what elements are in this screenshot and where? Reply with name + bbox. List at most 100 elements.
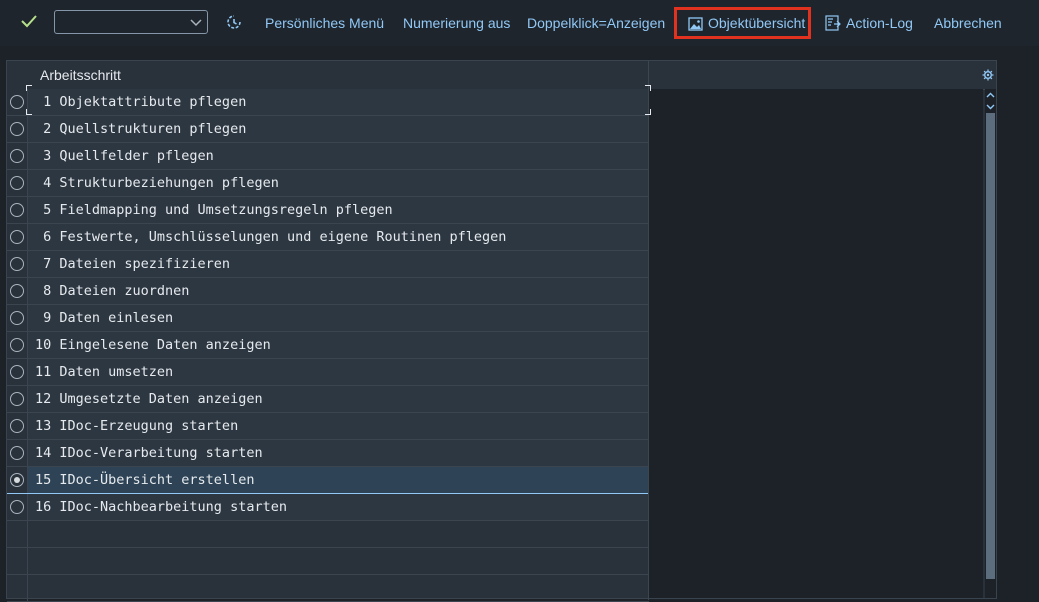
row-selector[interactable]: [7, 359, 28, 385]
work-step-text: 14 IDoc-Verarbeitung starten: [35, 445, 263, 461]
row-selector[interactable]: [7, 116, 28, 142]
radio-button[interactable]: [10, 446, 24, 460]
object-overview-highlight: [674, 7, 811, 39]
right-gutter: [997, 60, 1039, 599]
row-selector[interactable]: [7, 89, 28, 115]
cancel-button[interactable]: Abbrechen: [934, 14, 1002, 32]
row-selector[interactable]: [7, 332, 28, 358]
row-selector[interactable]: [7, 413, 28, 439]
table-row[interactable]: 13 IDoc-Erzeugung starten: [7, 413, 649, 440]
row-selector[interactable]: [7, 278, 28, 304]
numbering-off-button[interactable]: Numerierung aus: [403, 14, 510, 32]
row-selector[interactable]: [7, 494, 28, 520]
work-step-text: 1 Objektattribute pflegen: [35, 94, 247, 110]
focus-corner: [26, 109, 32, 115]
focus-corner: [26, 85, 32, 91]
table-row[interactable]: 2 Quellstrukturen pflegen: [7, 116, 649, 143]
table-row[interactable]: 4 Strukturbeziehungen pflegen: [7, 170, 649, 197]
work-step-text: 2 Quellstrukturen pflegen: [35, 121, 247, 137]
radio-button[interactable]: [10, 392, 24, 406]
radio-button[interactable]: [10, 284, 24, 298]
table-row[interactable]: 8 Dateien zuordnen: [7, 278, 649, 305]
row-selector[interactable]: [7, 197, 28, 223]
command-field-select[interactable]: [54, 10, 208, 34]
scroll-down-icon[interactable]: [985, 100, 996, 111]
cancel-label: Abbrechen: [934, 15, 1002, 31]
row-selector[interactable]: [7, 440, 28, 466]
row-selector[interactable]: [7, 251, 28, 277]
radio-button[interactable]: [10, 149, 24, 163]
radio-button[interactable]: [10, 473, 24, 487]
row-selector[interactable]: [7, 305, 28, 331]
empty-row: [7, 575, 649, 602]
vertical-scrollbar[interactable]: [985, 89, 996, 598]
radio-button[interactable]: [10, 500, 24, 514]
table-row[interactable]: 3 Quellfelder pflegen: [7, 143, 649, 170]
table-row[interactable]: 15 IDoc-Übersicht erstellen: [7, 467, 649, 494]
table-row[interactable]: 9 Daten einlesen: [7, 305, 649, 332]
work-step-text: 11 Daten umsetzen: [35, 364, 174, 380]
personal-menu-label: Persönliches Menü: [265, 15, 385, 31]
work-step-text: 12 Umgesetzte Daten anzeigen: [35, 391, 263, 407]
work-step-text: 4 Strukturbeziehungen pflegen: [35, 175, 279, 191]
row-selector[interactable]: [7, 170, 28, 196]
work-step-text: 10 Eingelesene Daten anzeigen: [35, 337, 271, 353]
table-body: 1 Objektattribute pflegen 2 Quellstruktu…: [7, 89, 649, 602]
table-row[interactable]: 16 IDoc-Nachbearbeitung starten: [7, 494, 649, 521]
history-icon[interactable]: [224, 12, 246, 34]
radio-button[interactable]: [10, 419, 24, 433]
table-row[interactable]: 10 Eingelesene Daten anzeigen: [7, 332, 649, 359]
radio-button[interactable]: [10, 365, 24, 379]
table-row[interactable]: 5 Fieldmapping und Umsetzungsregeln pfle…: [7, 197, 649, 224]
double-click-display-label: Doppelklick=Anzeigen: [527, 15, 666, 31]
scrollbar-thumb[interactable]: [986, 113, 995, 579]
table-row[interactable]: 6 Festwerte, Umschlüsselungen und eigene…: [7, 224, 649, 251]
table-empty-area: [649, 89, 983, 598]
personal-menu-button[interactable]: Persönliches Menü: [265, 14, 384, 32]
work-step-text: 16 IDoc-Nachbearbeitung starten: [35, 499, 287, 515]
work-step-text: 5 Fieldmapping und Umsetzungsregeln pfle…: [35, 202, 393, 218]
double-click-display-button[interactable]: Doppelklick=Anzeigen: [527, 14, 665, 32]
radio-button[interactable]: [10, 176, 24, 190]
radio-button[interactable]: [10, 338, 24, 352]
radio-button[interactable]: [10, 122, 24, 136]
radio-button[interactable]: [10, 95, 24, 109]
row-selector: [7, 521, 28, 547]
gear-icon[interactable]: [982, 69, 994, 85]
radio-button[interactable]: [10, 311, 24, 325]
log-icon: [825, 15, 841, 35]
table-row[interactable]: 12 Umgesetzte Daten anzeigen: [7, 386, 649, 413]
work-step-text: 15 IDoc-Übersicht erstellen: [35, 472, 255, 488]
toolbar: Persönliches Menü Numerierung aus Doppel…: [0, 0, 1039, 46]
work-step-text: 13 IDoc-Erzeugung starten: [35, 418, 239, 434]
row-selector[interactable]: [7, 386, 28, 412]
empty-row: [7, 548, 649, 575]
row-selector[interactable]: [7, 143, 28, 169]
table-row[interactable]: 7 Dateien spezifizieren: [7, 251, 649, 278]
focus-corner: [645, 109, 651, 115]
row-selector: [7, 575, 28, 601]
empty-row: [7, 521, 649, 548]
radio-button[interactable]: [10, 203, 24, 217]
execute-check-button[interactable]: [15, 9, 43, 37]
numbering-off-label: Numerierung aus: [403, 15, 511, 31]
radio-button[interactable]: [10, 257, 24, 271]
action-log-button[interactable]: Action-Log: [825, 14, 913, 35]
chevron-down-icon: [189, 15, 203, 33]
radio-button[interactable]: [10, 230, 24, 244]
work-step-table: Arbeitsschritt 1 Objektattribute pflegen…: [6, 60, 997, 602]
table-header: Arbeitsschritt: [7, 61, 996, 90]
table-row[interactable]: 1 Objektattribute pflegen: [7, 89, 649, 116]
table-row[interactable]: 11 Daten umsetzen: [7, 359, 649, 386]
row-selector[interactable]: [7, 224, 28, 250]
work-step-text: 7 Dateien spezifizieren: [35, 256, 231, 272]
row-selector[interactable]: [7, 467, 28, 493]
table-row[interactable]: 14 IDoc-Verarbeitung starten: [7, 440, 649, 467]
work-step-text: 9 Daten einlesen: [35, 310, 174, 326]
action-log-label: Action-Log: [846, 15, 913, 31]
checkmark-icon: [21, 14, 37, 32]
row-selector: [7, 548, 28, 574]
scroll-up-icon[interactable]: [985, 89, 996, 100]
column-header-work-step[interactable]: Arbeitsschritt: [40, 67, 121, 83]
focus-corner: [645, 85, 651, 91]
